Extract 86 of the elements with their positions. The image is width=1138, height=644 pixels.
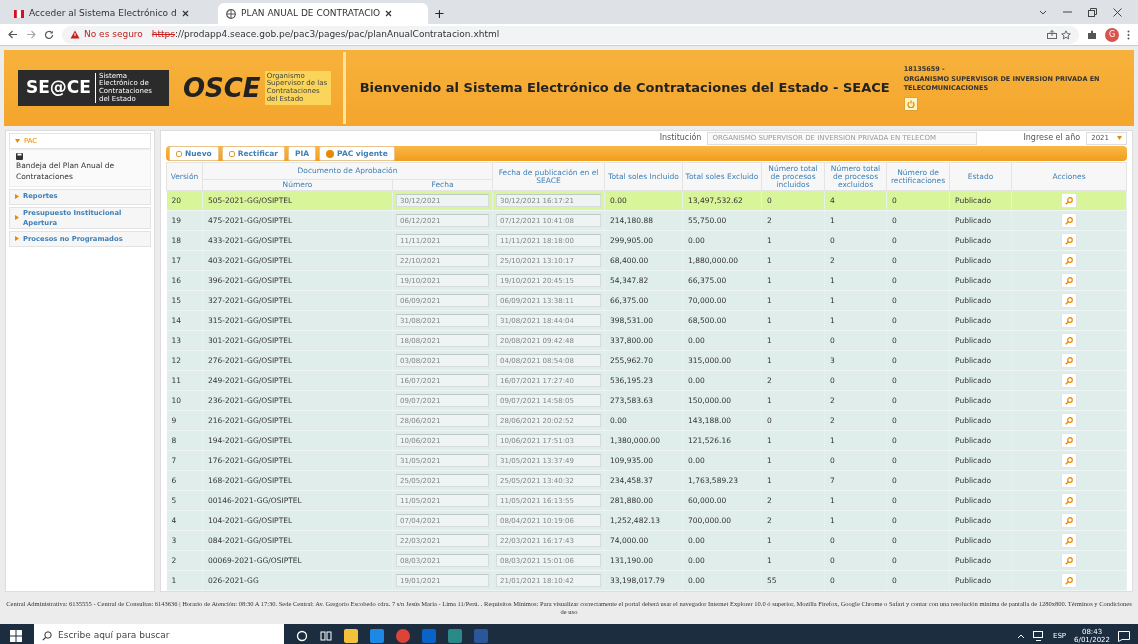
search-icon bbox=[1065, 416, 1073, 425]
windows-icon[interactable] bbox=[10, 630, 22, 642]
save-icon bbox=[16, 153, 23, 160]
reload-icon[interactable] bbox=[44, 29, 54, 40]
caret-right-icon bbox=[15, 236, 19, 242]
flag-icon bbox=[14, 9, 24, 18]
search-icon bbox=[1065, 356, 1073, 365]
app-icon[interactable] bbox=[422, 629, 436, 643]
close-icon[interactable] bbox=[385, 10, 393, 17]
caret-down-icon bbox=[15, 139, 20, 143]
search-icon bbox=[1065, 316, 1073, 325]
url-text[interactable]: https://prodapp4.seace.gob.pe/pac3/pages/pac/planAnualContratacion.xhtml bbox=[151, 27, 500, 42]
search-button[interactable] bbox=[1061, 313, 1077, 328]
page-title: Bienvenido al Sistema Electrónico de Contrataciones del Estado - SEACE bbox=[359, 79, 890, 98]
search-icon bbox=[1065, 376, 1073, 385]
puzzle-icon[interactable] bbox=[1087, 29, 1097, 40]
search-icon bbox=[1065, 276, 1073, 285]
star-icon[interactable] bbox=[1061, 29, 1071, 40]
app-icon[interactable] bbox=[370, 629, 384, 643]
search-button[interactable] bbox=[1061, 453, 1077, 468]
search-icon bbox=[1065, 396, 1073, 405]
search-icon bbox=[1065, 296, 1073, 305]
forward-icon[interactable] bbox=[26, 30, 36, 39]
search-icon bbox=[1065, 556, 1073, 565]
close-icon[interactable] bbox=[181, 10, 189, 17]
circle-icon bbox=[326, 149, 335, 158]
search-button[interactable] bbox=[1061, 253, 1077, 268]
browser-icon[interactable] bbox=[396, 629, 410, 643]
search-icon bbox=[1065, 216, 1073, 225]
year-label: Ingrese el año bbox=[1023, 132, 1081, 145]
browser-tab[interactable]: PLAN ANUAL DE CONTRATACIO bbox=[218, 3, 428, 24]
caret-down-icon bbox=[1117, 136, 1122, 141]
search-icon bbox=[1065, 436, 1073, 445]
network-icon[interactable] bbox=[1033, 631, 1045, 641]
search-button[interactable] bbox=[1061, 553, 1077, 568]
notification-icon[interactable] bbox=[1118, 630, 1130, 642]
chevron-up-icon[interactable] bbox=[1017, 633, 1025, 639]
search-icon bbox=[42, 631, 52, 641]
search-icon bbox=[1065, 516, 1073, 525]
share-icon[interactable] bbox=[1047, 30, 1057, 39]
back-icon[interactable] bbox=[8, 30, 18, 39]
search-button[interactable] bbox=[1061, 493, 1077, 508]
search-button[interactable] bbox=[1061, 413, 1077, 428]
search-icon bbox=[1065, 576, 1073, 585]
circle-icon[interactable] bbox=[296, 630, 308, 642]
search-button[interactable] bbox=[1061, 213, 1077, 228]
search-icon bbox=[1065, 336, 1073, 345]
security-warning[interactable]: No es seguro bbox=[84, 27, 143, 42]
search-icon bbox=[1065, 256, 1073, 265]
taskbar-search[interactable]: Escribe aquí para buscar bbox=[34, 624, 284, 644]
more-icon[interactable] bbox=[1127, 29, 1130, 40]
app-icon[interactable] bbox=[448, 629, 462, 643]
search-icon bbox=[1065, 196, 1073, 205]
globe-icon bbox=[226, 8, 236, 19]
search-button[interactable] bbox=[1061, 473, 1077, 488]
search-icon bbox=[1065, 536, 1073, 545]
new-tab-button[interactable]: + bbox=[434, 7, 445, 20]
caret-right-icon bbox=[15, 215, 19, 221]
search-button[interactable] bbox=[1061, 433, 1077, 448]
search-button[interactable] bbox=[1061, 333, 1077, 348]
search-button[interactable] bbox=[1061, 353, 1077, 368]
app-icon[interactable] bbox=[344, 629, 358, 643]
search-button[interactable] bbox=[1061, 233, 1077, 248]
caret-right-icon bbox=[15, 194, 19, 199]
search-button[interactable] bbox=[1061, 193, 1077, 208]
task-view-icon[interactable] bbox=[320, 630, 332, 642]
search-icon bbox=[1065, 456, 1073, 465]
search-icon bbox=[1065, 236, 1073, 245]
close-icon[interactable] bbox=[1113, 7, 1122, 17]
search-button[interactable] bbox=[1061, 373, 1077, 388]
warning-icon bbox=[70, 30, 80, 39]
chevron-down-icon[interactable] bbox=[1039, 9, 1047, 15]
search-button[interactable] bbox=[1061, 533, 1077, 548]
search-button[interactable] bbox=[1061, 573, 1077, 588]
search-button[interactable] bbox=[1061, 393, 1077, 408]
search-button[interactable] bbox=[1061, 293, 1077, 308]
profile-avatar[interactable]: G bbox=[1105, 27, 1119, 42]
logout-button[interactable] bbox=[903, 97, 918, 112]
institution-label: Institución bbox=[659, 132, 702, 145]
search-button[interactable] bbox=[1061, 273, 1077, 288]
search-icon bbox=[1065, 476, 1073, 485]
search-icon bbox=[1065, 496, 1073, 505]
power-icon bbox=[906, 100, 915, 109]
restore-icon[interactable] bbox=[1088, 7, 1097, 17]
browser-tab[interactable]: Acceder al Sistema Electrónico d bbox=[6, 3, 216, 24]
search-button[interactable] bbox=[1061, 513, 1077, 528]
